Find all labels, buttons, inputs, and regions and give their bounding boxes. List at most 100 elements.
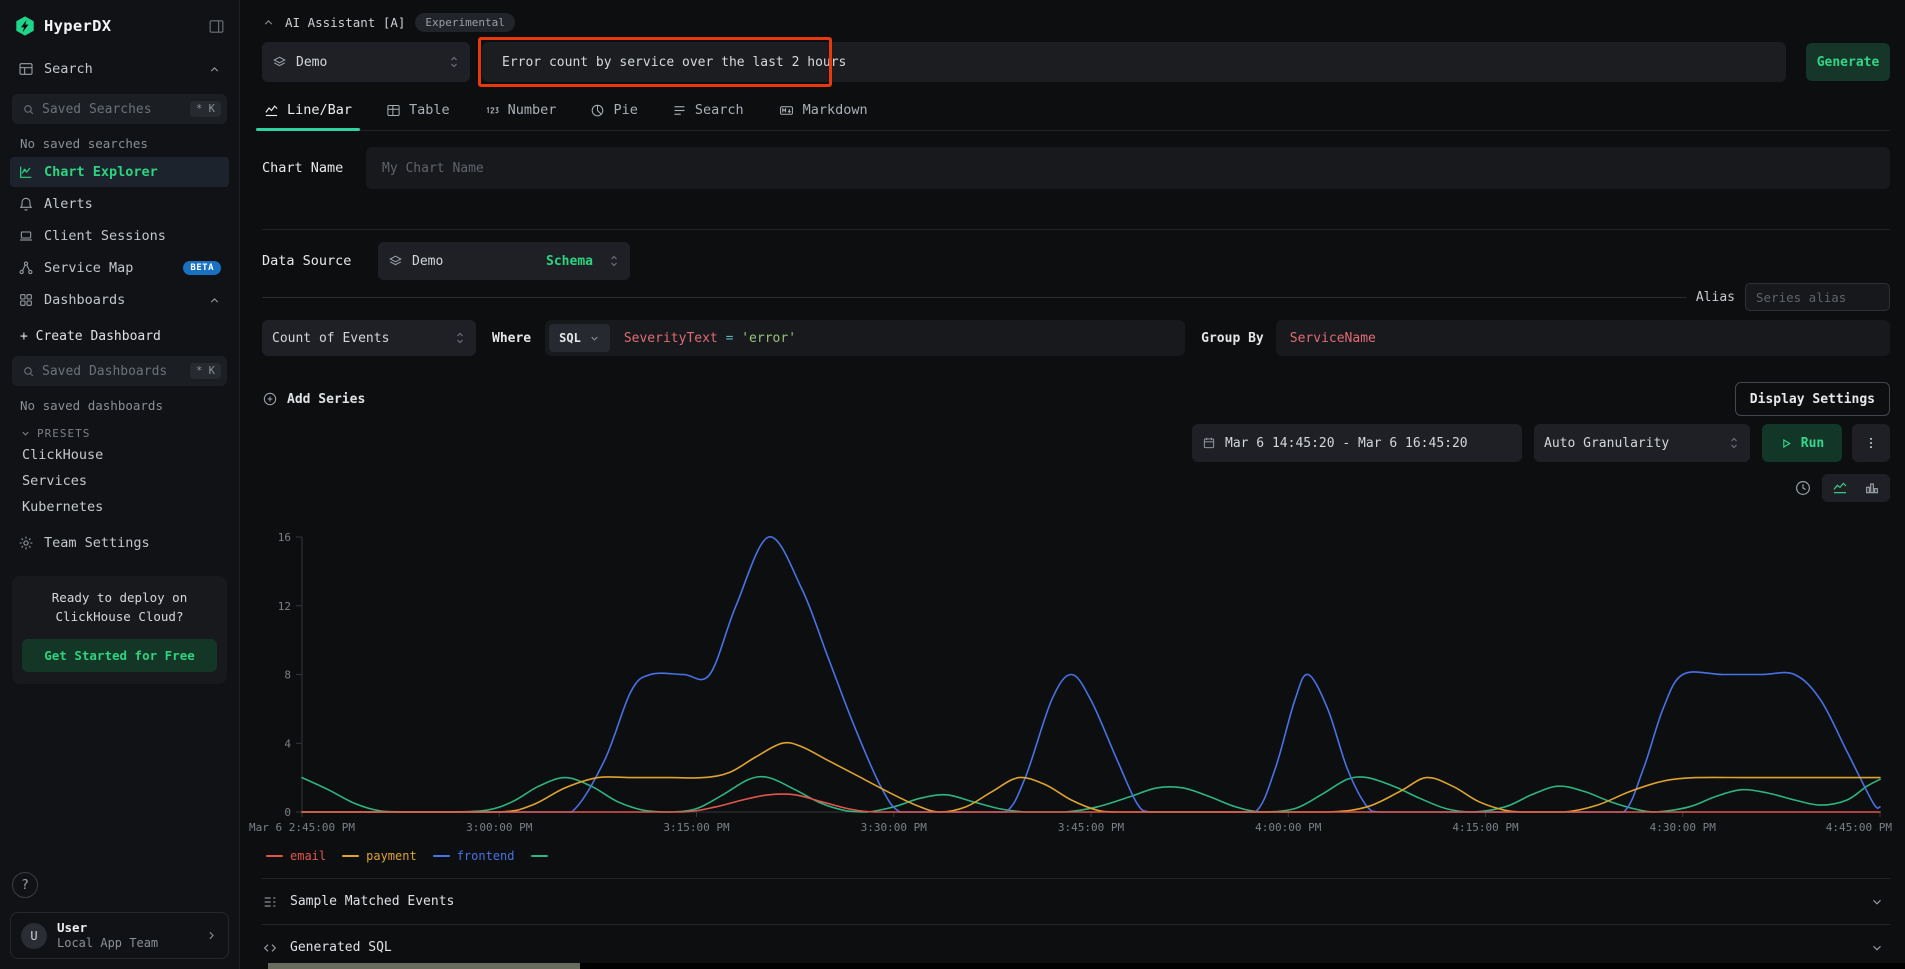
promo-text: Ready to deploy on ClickHouse Cloud? [22, 588, 217, 627]
group-by-label: Group By [1201, 331, 1264, 346]
help-button[interactable]: ? [12, 872, 38, 898]
tab-label: Number [508, 102, 557, 118]
avatar: U [21, 923, 47, 949]
run-button[interactable]: Run [1762, 424, 1842, 462]
collapse-sidebar-icon[interactable] [208, 18, 225, 35]
ai-controls-row: Demo Generate [262, 42, 1890, 82]
chevron-up-icon [208, 294, 221, 307]
ai-prompt-input[interactable] [482, 42, 1786, 82]
hyperdx-logo-icon [14, 15, 36, 37]
ai-source-select[interactable]: Demo [262, 42, 470, 82]
preset-kubernetes[interactable]: Kubernetes [10, 494, 229, 520]
saved-dashboards-input[interactable]: Saved Dashboards * K [12, 356, 227, 386]
screen-edge-strip [580, 963, 1905, 969]
chevron-up-icon[interactable] [262, 16, 275, 29]
sidebar-item-service-map[interactable]: Service Map BETA [10, 253, 229, 283]
legend-item[interactable]: payment [342, 849, 417, 863]
x-tick-label: 3:45:00 PM [1058, 821, 1125, 834]
y-tick-label: 4 [284, 737, 291, 750]
preset-clickhouse[interactable]: ClickHouse [10, 442, 229, 468]
code-icon [262, 940, 278, 956]
main-content: AI Assistant [A] Experimental Demo Gener… [240, 0, 1905, 969]
granularity-select[interactable]: Auto Granularity [1534, 424, 1750, 462]
sidebar-item-dashboards[interactable]: Dashboards [10, 285, 229, 315]
where-expression: SeverityText = 'error' [624, 331, 796, 346]
schema-link[interactable]: Schema [546, 254, 593, 269]
get-started-button[interactable]: Get Started for Free [22, 639, 217, 672]
legend-item[interactable] [531, 855, 548, 857]
alias-input[interactable] [1745, 283, 1890, 311]
legend-item[interactable]: frontend [433, 849, 515, 863]
legend-item[interactable]: email [266, 849, 326, 863]
divider [262, 229, 1890, 230]
ai-prompt-wrap [482, 42, 1786, 82]
aggregation-select[interactable]: Count of Events [262, 320, 476, 356]
pie-chart-icon [590, 103, 605, 118]
legend-dash-icon [342, 855, 359, 857]
display-settings-button[interactable]: Display Settings [1735, 382, 1890, 416]
calendar-icon [1202, 436, 1216, 450]
tab-label: Pie [613, 102, 637, 118]
section-title: Generated SQL [290, 940, 1870, 955]
group-by-input[interactable]: ServiceName [1276, 320, 1890, 356]
more-options-button[interactable] [1852, 424, 1890, 462]
generate-button[interactable]: Generate [1806, 43, 1890, 81]
search-icon [22, 365, 35, 378]
tab-markdown[interactable]: Markdown [776, 102, 870, 130]
sidebar-item-team-settings[interactable]: Team Settings [10, 528, 229, 558]
brand-name: HyperDX [44, 17, 200, 35]
preset-services[interactable]: Services [10, 468, 229, 494]
saved-searches-input[interactable]: Saved Searches * K [12, 94, 227, 124]
x-tick-label: 4:00:00 PM [1255, 821, 1322, 834]
kbd-shortcut: * K [190, 101, 221, 117]
chevron-down-icon [589, 333, 600, 344]
sidebar-item-label: Client Sessions [44, 228, 221, 244]
chart-name-input[interactable] [366, 147, 1890, 189]
actions-row: Add Series Display Settings [262, 382, 1890, 416]
sql-mode-select[interactable]: SQL [549, 324, 610, 352]
layers-icon [388, 254, 403, 269]
tab-search[interactable]: Search [670, 102, 746, 130]
play-icon [1780, 437, 1793, 450]
line-chart[interactable]: 0481216Mar 6 2:45:00 PM3:00:00 PM3:15:00… [262, 512, 1890, 842]
plus-circle-icon [262, 391, 278, 407]
presets-label: PRESETS [37, 427, 90, 440]
ai-assistant-header: AI Assistant [A] Experimental [262, 12, 1890, 32]
sidebar-item-chart-explorer[interactable]: Chart Explorer [10, 157, 229, 187]
sidebar-item-label: Service Map [44, 260, 173, 276]
x-tick-label: 4:15:00 PM [1452, 821, 1519, 834]
tab-table[interactable]: Table [384, 102, 452, 130]
saved-dashboards-placeholder: Saved Dashboards [42, 364, 183, 379]
chart-area: 0481216Mar 6 2:45:00 PM3:00:00 PM3:15:00… [262, 512, 1890, 842]
chart-tools-row [262, 474, 1890, 502]
presets-header[interactable]: PRESETS [10, 417, 229, 442]
data-source-select[interactable]: Demo Schema [378, 242, 630, 280]
y-tick-label: 0 [284, 806, 291, 819]
gear-icon [18, 535, 34, 551]
line-chart-toggle-icon[interactable] [1828, 478, 1852, 498]
where-input[interactable]: SQL SeverityText = 'error' [545, 320, 1185, 356]
series-line-email [302, 794, 1880, 812]
sample-matched-events-section[interactable]: Sample Matched Events [262, 879, 1890, 925]
clock-icon[interactable] [1794, 479, 1812, 497]
tab-number[interactable]: Number [482, 102, 559, 130]
chart-line-icon [18, 164, 34, 180]
chevron-updown-icon [448, 55, 460, 69]
create-dashboard-button[interactable]: + Create Dashboard [10, 315, 229, 346]
sidebar-item-client-sessions[interactable]: Client Sessions [10, 221, 229, 251]
alias-label: Alias [1696, 290, 1735, 305]
user-team: Local App Team [57, 936, 195, 951]
user-menu[interactable]: U User Local App Team [10, 912, 229, 959]
sidebar-item-alerts[interactable]: Alerts [10, 189, 229, 219]
series-row: Count of Events Where SQL SeverityText =… [262, 320, 1890, 356]
sidebar: HyperDX Search Saved Searches * K No sav… [0, 0, 240, 969]
tab-line-bar[interactable]: Line/Bar [262, 102, 354, 130]
chevron-updown-icon [608, 254, 620, 268]
time-range-picker[interactable]: Mar 6 14:45:20 - Mar 6 16:45:20 [1192, 424, 1522, 462]
tab-pie[interactable]: Pie [588, 102, 639, 130]
bar-chart-toggle-icon[interactable] [1860, 478, 1884, 498]
sidebar-item-search[interactable]: Search [10, 54, 229, 84]
line-chart-icon [264, 103, 279, 118]
add-series-button[interactable]: Add Series [262, 391, 365, 407]
divider [262, 297, 1686, 298]
